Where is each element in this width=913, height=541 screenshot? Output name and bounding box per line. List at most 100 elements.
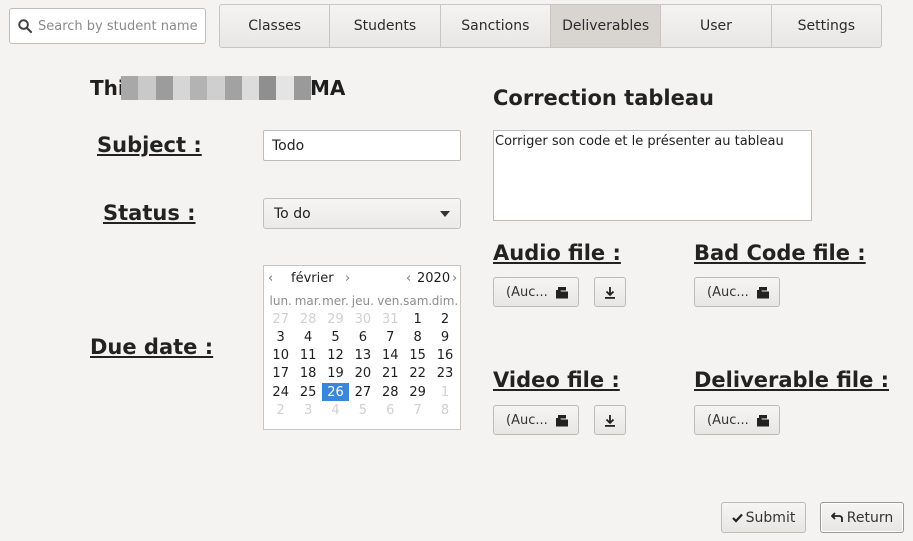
calendar-year[interactable]: 2020 xyxy=(417,271,450,286)
file-browse-icon xyxy=(556,414,568,426)
calendar-weekday: dim. xyxy=(431,294,459,309)
bad-code-file-name: (Auc... xyxy=(707,284,749,300)
deliverable-file-button[interactable]: (Auc... xyxy=(694,405,780,435)
calendar-day[interactable]: 28 xyxy=(377,383,404,401)
calendar-day[interactable]: 7 xyxy=(377,328,404,346)
next-year-icon[interactable]: › xyxy=(452,271,457,286)
prev-month-icon[interactable]: ‹ xyxy=(268,271,273,286)
calendar-weekday: ven. xyxy=(377,294,404,309)
chevron-down-icon xyxy=(440,210,450,217)
subject-label: Subject : xyxy=(97,133,202,157)
calendar-day[interactable]: 2 xyxy=(267,401,294,419)
status-label: Status : xyxy=(103,201,196,225)
file-browse-icon xyxy=(757,286,769,298)
video-file-button[interactable]: (Auc... xyxy=(493,405,579,435)
tab-sanctions[interactable]: Sanctions xyxy=(441,5,551,47)
check-icon xyxy=(731,513,743,523)
date-picker[interactable]: ‹ février › ‹ 2020 › lun. mar. mer. jeu. ven… xyxy=(263,265,461,430)
calendar-day[interactable]: 11 xyxy=(294,347,321,365)
calendar-day[interactable]: 20 xyxy=(349,365,376,383)
calendar-weekday: sam. xyxy=(403,294,433,309)
calendar-day[interactable]: 23 xyxy=(431,365,458,383)
bad-code-file-label: Bad Code file : xyxy=(694,241,866,265)
calendar-day[interactable]: 14 xyxy=(377,347,404,365)
calendar-day[interactable]: 22 xyxy=(404,365,431,383)
calendar-day[interactable]: 31 xyxy=(377,310,404,328)
calendar-day[interactable]: 13 xyxy=(349,347,376,365)
calendar-day[interactable]: 8 xyxy=(404,328,431,346)
calendar-grid: lun. mar. mer. jeu. ven. sam. dim. 27 28 29 30 31 1 2… xyxy=(267,292,460,419)
return-button[interactable]: Return xyxy=(820,502,904,533)
calendar-day[interactable]: 21 xyxy=(377,365,404,383)
calendar-day[interactable]: 1 xyxy=(431,383,458,401)
calendar-day[interactable]: 10 xyxy=(267,347,294,365)
calendar-day[interactable]: 27 xyxy=(349,383,376,401)
prev-year-icon[interactable]: ‹ xyxy=(406,271,411,286)
student-name-end: MA xyxy=(310,76,346,100)
audio-file-button[interactable]: (Auc... xyxy=(493,277,579,307)
student-name-start: Thi xyxy=(90,76,125,100)
calendar-day[interactable]: 6 xyxy=(377,401,404,419)
calendar-day[interactable]: 16 xyxy=(431,347,458,365)
main-nav: Classes Students Sanctions Deliverables … xyxy=(219,4,882,48)
calendar-day[interactable]: 28 xyxy=(294,310,321,328)
bad-code-file-button[interactable]: (Auc... xyxy=(694,277,780,307)
calendar-day[interactable]: 24 xyxy=(267,383,294,401)
tab-students[interactable]: Students xyxy=(330,5,441,47)
calendar-month[interactable]: février xyxy=(291,271,334,286)
next-month-icon[interactable]: › xyxy=(345,271,350,286)
video-file-label: Video file : xyxy=(493,368,620,392)
calendar-day[interactable]: 4 xyxy=(294,328,321,346)
undo-arrow-icon xyxy=(830,512,843,522)
calendar-day[interactable]: 30 xyxy=(349,310,376,328)
status-select[interactable]: To do xyxy=(263,198,461,229)
return-label: Return xyxy=(846,509,894,526)
deliverable-file-label: Deliverable file : xyxy=(694,368,890,392)
calendar-day[interactable]: 7 xyxy=(404,401,431,419)
calendar-day[interactable]: 3 xyxy=(294,401,321,419)
subject-field[interactable]: Todo xyxy=(263,130,461,161)
status-select-value: To do xyxy=(274,205,311,222)
calendar-day[interactable]: 25 xyxy=(294,383,321,401)
calendar-day[interactable]: 27 xyxy=(267,310,294,328)
calendar-day[interactable]: 3 xyxy=(267,328,294,346)
calendar-day[interactable]: 6 xyxy=(349,328,376,346)
calendar-day[interactable]: 4 xyxy=(322,401,349,419)
calendar-day[interactable]: 2 xyxy=(431,310,458,328)
calendar-weekday: mar. xyxy=(294,294,322,309)
tab-settings[interactable]: Settings xyxy=(772,5,881,47)
calendar-day[interactable]: 8 xyxy=(431,401,458,419)
tab-user[interactable]: User xyxy=(661,5,772,47)
submit-button[interactable]: Submit xyxy=(721,502,806,533)
calendar-day[interactable]: 19 xyxy=(322,365,349,383)
calendar-day[interactable]: 15 xyxy=(404,347,431,365)
calendar-weekday: jeu. xyxy=(351,294,374,309)
audio-file-name: (Auc... xyxy=(506,284,548,300)
download-icon xyxy=(605,414,615,427)
calendar-day-selected[interactable]: 26 xyxy=(321,382,350,402)
calendar-day[interactable]: 5 xyxy=(322,328,349,346)
search-box[interactable] xyxy=(9,8,206,44)
redacted-name-block xyxy=(121,76,311,100)
tab-classes[interactable]: Classes xyxy=(220,5,331,47)
calendar-day[interactable]: 17 xyxy=(267,365,294,383)
video-file-name: (Auc... xyxy=(506,412,548,428)
correction-textarea[interactable]: Corriger son code et le présenter au tab… xyxy=(493,130,812,221)
due-date-label: Due date : xyxy=(90,335,214,359)
search-input[interactable] xyxy=(38,18,198,34)
calendar-day[interactable]: 18 xyxy=(294,365,321,383)
download-icon xyxy=(605,286,615,299)
tab-deliverables[interactable]: Deliverables xyxy=(550,5,662,47)
video-download-button[interactable] xyxy=(594,405,626,435)
search-icon xyxy=(18,19,32,33)
calendar-day[interactable]: 1 xyxy=(404,310,431,328)
calendar-day[interactable]: 12 xyxy=(322,347,349,365)
calendar-day[interactable]: 29 xyxy=(404,383,431,401)
audio-download-button[interactable] xyxy=(594,277,626,307)
calendar-day[interactable]: 9 xyxy=(431,328,458,346)
file-browse-icon xyxy=(757,414,769,426)
calendar-day[interactable]: 29 xyxy=(322,310,349,328)
deliverable-file-name: (Auc... xyxy=(707,412,749,428)
audio-file-label: Audio file : xyxy=(493,241,621,265)
calendar-day[interactable]: 5 xyxy=(349,401,376,419)
